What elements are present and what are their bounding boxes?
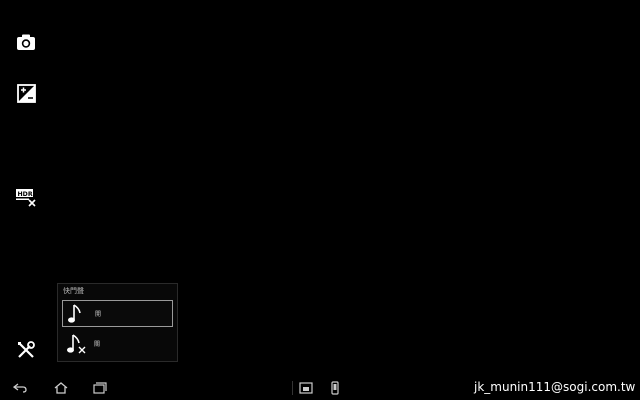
exposure-icon[interactable] [14,81,38,105]
shutter-sound-off-option[interactable]: 關 [62,330,173,357]
camera-screen: HDR 快門聲 開 關 jk_munin111@sogi.com.tw [0,0,640,400]
popup-title: 快門聲 [63,287,84,295]
recent-apps-icon[interactable] [92,381,108,395]
settings-tools-icon[interactable] [14,338,38,362]
svg-text:HDR: HDR [18,191,33,198]
music-note-muted-icon [66,332,92,356]
hdr-off-icon[interactable]: HDR [14,185,38,209]
nav-separator [292,381,293,395]
watermark-text: jk_munin111@sogi.com.tw [474,380,636,394]
option-label-off: 關 [94,341,101,348]
phone-mode-icon[interactable] [327,381,343,395]
shutter-sound-on-option[interactable]: 開 [62,300,173,327]
camera-icon[interactable] [14,30,38,54]
screen-mode-icon[interactable] [298,381,314,395]
music-note-icon [67,302,93,326]
back-icon[interactable] [12,381,28,395]
home-icon[interactable] [53,381,69,395]
shutter-sound-popup: 快門聲 開 關 [57,283,178,362]
option-label-on: 開 [95,311,102,318]
